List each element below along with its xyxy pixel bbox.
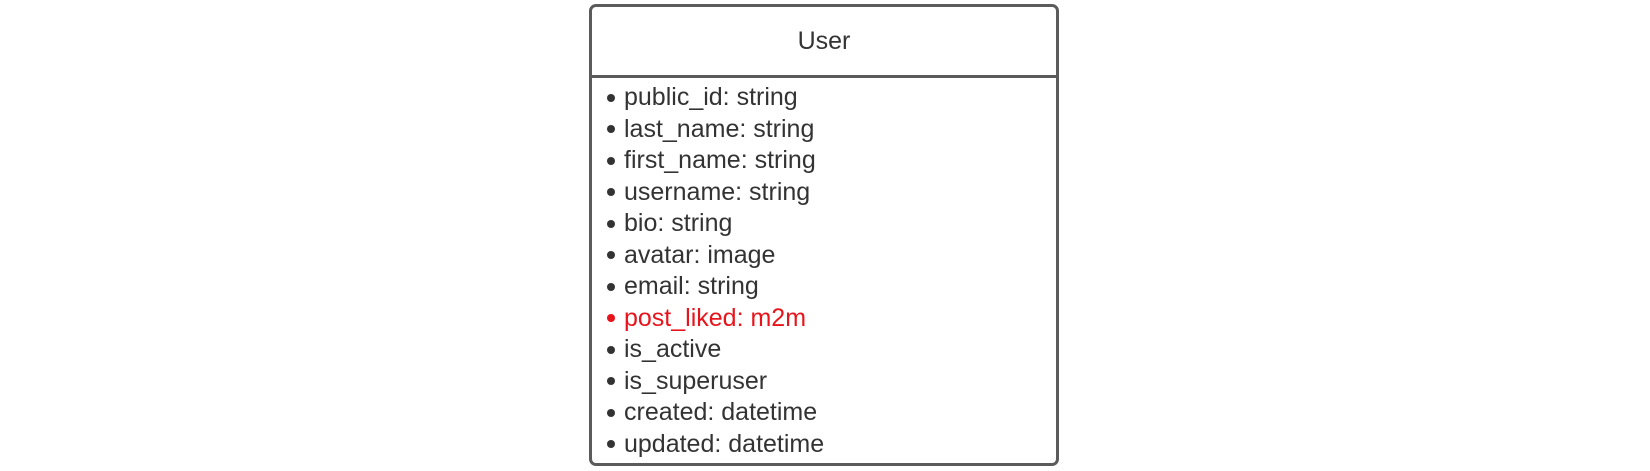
field-label: is_superuser	[624, 366, 768, 395]
bullet-icon	[607, 93, 615, 102]
field-label: post_liked: m2m	[624, 303, 807, 332]
bullet-icon	[607, 156, 615, 165]
field-label: is_active	[624, 335, 722, 363]
field-is-superuser: is_superuser	[607, 366, 1056, 398]
bullet-icon	[607, 314, 615, 323]
field-label: avatar: image	[624, 240, 776, 269]
field-first-name: first_name: string	[607, 145, 1056, 177]
field-email: email: string	[607, 271, 1056, 303]
field-label: created: datetime	[624, 398, 818, 426]
bullet-icon	[607, 440, 615, 449]
field-public-id: public_id: string	[607, 82, 1056, 114]
bullet-icon	[607, 282, 615, 291]
field-username: username: string	[607, 177, 1056, 209]
field-label: last_name: string	[624, 114, 815, 143]
field-post-liked: post_liked: m2m	[607, 303, 1056, 335]
field-last-name: last_name: string	[607, 114, 1056, 146]
field-label: bio: string	[624, 209, 733, 237]
field-bio: bio: string	[607, 208, 1056, 240]
entity-header: User	[592, 7, 1056, 78]
field-created: created: datetime	[607, 397, 1056, 429]
field-label: updated: datetime	[624, 429, 825, 458]
user-entity-box: User public_id: string last_name: string…	[589, 4, 1059, 466]
bullet-icon	[607, 188, 615, 197]
bullet-icon	[607, 377, 615, 386]
field-list: public_id: string last_name: string firs…	[592, 78, 1056, 460]
entity-title: User	[797, 26, 851, 55]
bullet-icon	[607, 251, 615, 260]
field-is-active: is_active	[607, 334, 1056, 366]
field-label: first_name: string	[624, 146, 816, 174]
field-updated: updated: datetime	[607, 429, 1056, 461]
field-label: username: string	[624, 177, 811, 206]
field-label: email: string	[624, 272, 759, 300]
field-avatar: avatar: image	[607, 240, 1056, 272]
bullet-icon	[607, 345, 615, 354]
field-label: public_id: string	[624, 83, 798, 111]
bullet-icon	[607, 125, 615, 134]
bullet-icon	[607, 219, 615, 228]
bullet-icon	[607, 408, 615, 417]
